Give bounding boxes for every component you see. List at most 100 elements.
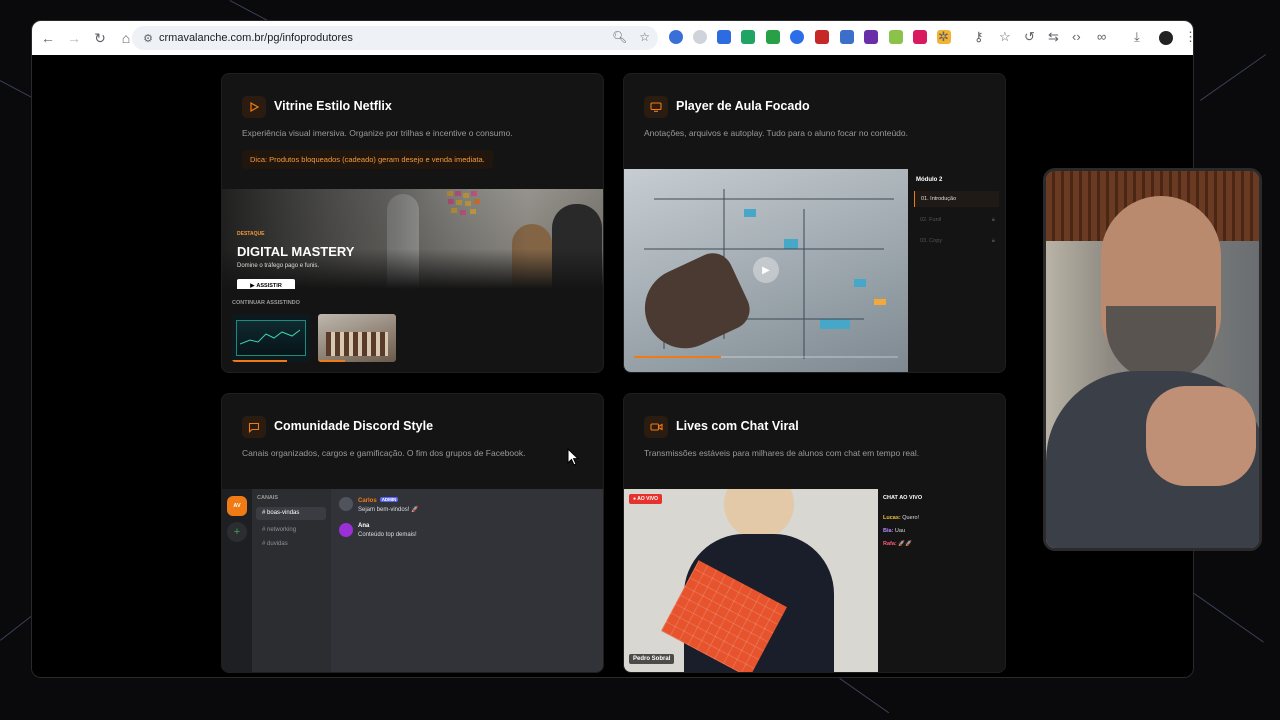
chat-line: Bia: Uau: [883, 528, 906, 534]
continue-thumbnail[interactable]: [232, 314, 310, 362]
code-icon[interactable]: ‹›: [1072, 29, 1081, 45]
menu-kebab-icon[interactable]: ⋮: [1184, 29, 1193, 45]
password-key-icon[interactable]: ⚷: [974, 29, 984, 45]
extensions-icon[interactable]: ✲: [938, 29, 949, 45]
extension-icon[interactable]: [717, 30, 731, 44]
channel-item[interactable]: # boas-vindas: [256, 507, 326, 520]
play-triangle-icon: [242, 96, 266, 118]
channel-item[interactable]: # networking: [256, 524, 326, 537]
card-description: Canais organizados, cargos e gamificação…: [242, 448, 526, 458]
extension-icon[interactable]: [693, 30, 707, 44]
webcam-overlay: [1043, 168, 1262, 551]
hero-kicker: DESTAQUE: [237, 231, 265, 237]
lock-icon: 🔒︎: [991, 217, 995, 223]
hero-banner[interactable]: DESTAQUE DIGITAL MASTERY Domine o tráfeg…: [222, 189, 603, 289]
lesson-label: 01. Introdução: [921, 196, 957, 202]
page-content: Vitrine Estilo Netflix Experiência visua…: [32, 55, 1193, 677]
reading-list-star-icon[interactable]: ☆: [999, 29, 1011, 45]
continue-watching-label: CONTINUAR ASSISTINDO: [232, 300, 300, 306]
reload-icon[interactable]: ↻: [88, 26, 112, 50]
translate-icon[interactable]: ⇆: [1048, 29, 1059, 45]
extension-icon[interactable]: [913, 30, 927, 44]
video-progress-bar[interactable]: [634, 356, 898, 358]
card-description: Experiência visual imersiva. Organize po…: [242, 128, 513, 138]
lesson-label: 03. Copy: [920, 238, 943, 244]
message-author: Ana: [358, 523, 370, 529]
admin-badge: ADMIN: [379, 497, 399, 502]
channel-label: networking: [267, 527, 297, 533]
avatar: [339, 497, 353, 511]
avatar: [339, 523, 353, 537]
background-line: [1200, 54, 1267, 101]
profile-avatar-icon[interactable]: [1159, 31, 1173, 45]
live-badge: ● AO VIVO: [629, 494, 663, 504]
watch-button[interactable]: ▶ ASSISTIR: [237, 279, 295, 289]
tip-banner: Dica: Produtos bloqueados (cadeado) gera…: [242, 150, 493, 169]
monitor-icon: [644, 96, 668, 118]
bookmark-star-icon[interactable]: ☆: [639, 30, 650, 44]
live-chat: CHAT AO VIVO Lucas: Quero! Bia: Uau Rafa…: [878, 489, 1005, 672]
channel-item[interactable]: # duvidas: [256, 538, 326, 551]
add-server-icon[interactable]: +: [227, 522, 247, 542]
channel-list: CANAIS # boas-vindas # networking # duvi…: [252, 489, 331, 672]
card-title: Comunidade Discord Style: [274, 419, 434, 433]
feature-card-lives: Lives com Chat Viral Transmissões estáve…: [623, 393, 1006, 673]
extension-icon[interactable]: [815, 30, 829, 44]
person-hands: [1146, 386, 1256, 486]
site-settings-icon[interactable]: ⚙: [137, 32, 159, 45]
live-video[interactable]: ● AO VIVO Pedro Sobral: [624, 489, 878, 672]
message-author: Carlos ADMIN: [358, 497, 399, 504]
feature-card-player: Player de Aula Focado Anotações, arquivo…: [623, 73, 1006, 373]
video-camera-icon: [644, 416, 668, 438]
history-icon[interactable]: ↺: [1024, 29, 1035, 45]
chat-line: Rafa: 🚀🚀: [883, 541, 912, 547]
lesson-item[interactable]: 02. Funil 🔒︎: [914, 212, 999, 228]
zoom-icon[interactable]: 🔍︎: [612, 30, 627, 44]
extension-icon[interactable]: [840, 30, 854, 44]
channels-header: CANAIS: [257, 495, 279, 501]
link-icon[interactable]: ∞: [1097, 29, 1106, 45]
chat-title: CHAT AO VIVO: [883, 495, 923, 501]
background-line: [839, 678, 890, 714]
extension-icon[interactable]: [766, 30, 780, 44]
address-bar[interactable]: ⚙ crmavalanche.com.br/pg/infoprodutores …: [132, 26, 658, 50]
card-title: Lives com Chat Viral: [676, 419, 799, 433]
chat-bubble-icon: [242, 416, 266, 438]
browser-toolbar: ← → ↻ ⌂ ⚙ crmavalanche.com.br/pg/infopro…: [32, 21, 1193, 55]
play-button[interactable]: ▶: [753, 257, 779, 283]
presenter-head: [724, 489, 794, 539]
lesson-label: 02. Funil: [920, 217, 942, 223]
extension-icon[interactable]: [889, 30, 903, 44]
hero-subtitle: Domine o tráfego pago e funis.: [237, 263, 320, 269]
lesson-item[interactable]: 01. Introdução: [914, 191, 999, 207]
feature-card-netflix: Vitrine Estilo Netflix Experiência visua…: [221, 73, 604, 373]
message-text: Sejam bem-vindos! 🚀: [358, 507, 419, 513]
live-preview: ● AO VIVO Pedro Sobral CHAT AO VIVO Luca…: [624, 489, 1005, 672]
lesson-item[interactable]: 03. Copy 🔒︎: [914, 233, 999, 249]
discord-preview: AV + CANAIS # boas-vindas # networking #…: [222, 489, 603, 672]
card-description: Transmissões estáveis para milhares de a…: [644, 448, 920, 458]
server-avatar[interactable]: AV: [227, 496, 247, 516]
extension-icon[interactable]: [741, 30, 755, 44]
feature-card-discord: Comunidade Discord Style Canais organiza…: [221, 393, 604, 673]
play-icon: ▶: [250, 282, 255, 289]
mouse-cursor-icon: [567, 448, 579, 466]
extension-icon[interactable]: [864, 30, 878, 44]
url-text[interactable]: crmavalanche.com.br/pg/infoprodutores: [159, 32, 353, 44]
extension-icon[interactable]: [669, 30, 683, 44]
download-icon[interactable]: ⤓: [1134, 29, 1140, 45]
card-title: Player de Aula Focado: [676, 99, 810, 113]
thumbnail-progress: [318, 360, 346, 362]
browser-window: ← → ↻ ⌂ ⚙ crmavalanche.com.br/pg/infopro…: [31, 20, 1194, 678]
extension-icon[interactable]: [790, 30, 804, 44]
hero-title: DIGITAL MASTERY: [237, 244, 355, 259]
channel-label: duvidas: [267, 541, 288, 547]
thumbnail-progress: [232, 360, 287, 362]
forward-icon[interactable]: →: [62, 26, 86, 50]
server-rail: AV +: [222, 489, 252, 672]
continue-thumbnail[interactable]: [318, 314, 396, 362]
back-icon[interactable]: ←: [36, 26, 60, 50]
module-panel: Módulo 2 01. Introdução 02. Funil 🔒︎ 03.…: [908, 169, 1005, 372]
video-player[interactable]: ▶: [624, 169, 908, 372]
presenter-name: Pedro Sobral: [629, 654, 675, 664]
